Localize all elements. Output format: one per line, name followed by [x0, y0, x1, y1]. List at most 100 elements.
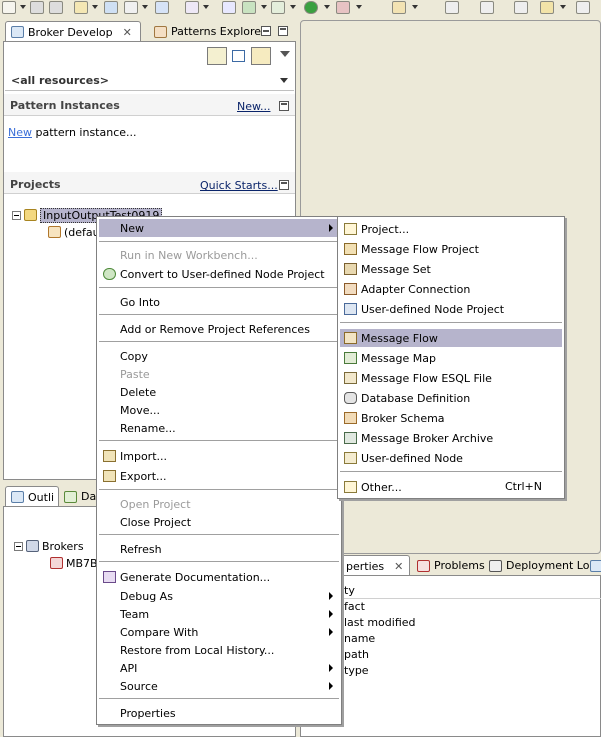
- view-menu-icon[interactable]: [590, 560, 601, 572]
- menu-item-debug-as[interactable]: Debug As: [99, 587, 339, 605]
- property-row[interactable]: fact: [344, 600, 365, 616]
- debug-dropdown-icon[interactable]: [261, 5, 267, 9]
- menu-item-refresh[interactable]: Refresh: [99, 540, 339, 558]
- save-icon[interactable]: [30, 1, 44, 14]
- property-row[interactable]: type: [344, 664, 369, 680]
- submenu-item-database-definition[interactable]: Database Definition: [340, 389, 562, 407]
- debug-run-dropdown-icon[interactable]: [290, 5, 296, 9]
- submenu-item-udn[interactable]: User-defined Node: [340, 449, 562, 467]
- close-icon[interactable]: ✕: [123, 26, 132, 39]
- menu-item-convert[interactable]: Convert to User-defined Node Project: [99, 265, 339, 283]
- link-with-editor-icon[interactable]: [251, 47, 271, 65]
- run-dropdown-icon[interactable]: [324, 5, 330, 9]
- maximize-section-icon[interactable]: [279, 101, 289, 111]
- tab-patterns-explorer[interactable]: Patterns Explore: [149, 21, 266, 42]
- task-dropdown-icon[interactable]: [203, 5, 209, 9]
- external-tools-icon[interactable]: [336, 1, 350, 14]
- property-row[interactable]: path: [344, 648, 369, 664]
- menu-item-import[interactable]: Import...: [99, 447, 339, 465]
- menu-item-generate-documentation[interactable]: Generate Documentation...: [99, 568, 339, 586]
- resource-filter-combo[interactable]: <all resources>: [5, 71, 294, 91]
- submenu-item-message-flow[interactable]: Message Flow: [340, 329, 562, 347]
- wand-icon[interactable]: [392, 1, 406, 14]
- tab-problems[interactable]: Problems: [412, 555, 490, 576]
- open-perspective-icon[interactable]: [155, 1, 169, 14]
- prev-annotation-icon[interactable]: [480, 1, 494, 14]
- new-file-dropdown-icon[interactable]: [142, 5, 148, 9]
- new-dropdown-icon[interactable]: [20, 5, 26, 9]
- build-dropdown-icon[interactable]: [92, 5, 98, 9]
- run-icon[interactable]: [304, 1, 318, 14]
- menu-item-team[interactable]: Team: [99, 605, 339, 623]
- collapse-icon[interactable]: [14, 541, 23, 551]
- task-icon[interactable]: [185, 1, 199, 14]
- tab-data[interactable]: Da: [59, 486, 101, 507]
- save-all-icon[interactable]: [49, 1, 63, 14]
- collapse-icon[interactable]: [12, 210, 21, 220]
- bug-icon[interactable]: [242, 1, 256, 14]
- chevron-down-icon[interactable]: [280, 78, 288, 83]
- menu-item-open-project[interactable]: Open Project: [99, 495, 339, 513]
- submenu-item-message-flow-project[interactable]: Message Flow Project: [340, 240, 562, 258]
- new-file-icon[interactable]: [124, 1, 138, 14]
- project-child-item[interactable]: (defau: [48, 224, 100, 240]
- tab-deployment-log[interactable]: Deployment Log: [484, 555, 601, 576]
- submenu-item-message-map[interactable]: Message Map: [340, 349, 562, 367]
- quick-starts-link[interactable]: Quick Starts...: [200, 179, 278, 192]
- forward-icon[interactable]: [576, 1, 590, 14]
- last-edit-icon[interactable]: [514, 1, 528, 14]
- submenu-item-broker-schema[interactable]: Broker Schema: [340, 409, 562, 427]
- submenu-item-udn-project[interactable]: User-defined Node Project: [340, 300, 562, 318]
- tab-properties[interactable]: perties ✕: [340, 555, 410, 576]
- menu-item-label: Message Broker Archive: [361, 431, 494, 445]
- wand-dropdown-icon[interactable]: [412, 5, 418, 9]
- property-row[interactable]: last modified: [344, 616, 416, 632]
- menu-item-compare-with[interactable]: Compare With: [99, 623, 339, 641]
- collapse-all-icon[interactable]: [232, 50, 245, 62]
- new-pattern-instance-link[interactable]: New: [8, 126, 32, 139]
- menu-item-close-project[interactable]: Close Project: [99, 513, 339, 531]
- submenu-item-other[interactable]: Other... Ctrl+N: [340, 478, 562, 496]
- submenu-item-adapter-connection[interactable]: Adapter Connection: [340, 280, 562, 298]
- brokers-tree-item[interactable]: Brokers: [14, 538, 84, 554]
- menu-item-new[interactable]: New: [99, 219, 339, 237]
- menu-item-properties[interactable]: Properties: [99, 704, 339, 722]
- debug-config-icon[interactable]: [222, 1, 236, 14]
- refresh-icon[interactable]: [207, 47, 227, 65]
- back-dropdown-icon[interactable]: [560, 5, 566, 9]
- menu-item-paste[interactable]: Paste: [99, 365, 339, 383]
- view-menu-icon[interactable]: [280, 51, 290, 57]
- new-pattern-link[interactable]: New...: [237, 100, 270, 113]
- menu-item-api[interactable]: API: [99, 659, 339, 677]
- menu-item-project-references[interactable]: Add or Remove Project References: [99, 320, 339, 338]
- menu-item-restore-local-history[interactable]: Restore from Local History...: [99, 641, 339, 659]
- build-icon[interactable]: [74, 1, 88, 14]
- submenu-item-esql-file[interactable]: Message Flow ESQL File: [340, 369, 562, 387]
- back-icon[interactable]: [540, 1, 554, 14]
- property-row[interactable]: name: [344, 632, 375, 648]
- menu-item-rename[interactable]: Rename...: [99, 419, 339, 437]
- open-type-icon[interactable]: [104, 1, 118, 14]
- menu-item-source[interactable]: Source: [99, 677, 339, 695]
- next-annotation-icon[interactable]: [445, 1, 459, 14]
- menu-item-go-into[interactable]: Go Into: [99, 293, 339, 311]
- menu-item-move[interactable]: Move...: [99, 401, 339, 419]
- debug-icon[interactable]: [271, 1, 285, 14]
- menu-item-delete[interactable]: Delete: [99, 383, 339, 401]
- message-flow-icon: [344, 332, 357, 344]
- menu-item-export[interactable]: Export...: [99, 467, 339, 485]
- maximize-icon[interactable]: [278, 26, 288, 36]
- minimize-icon[interactable]: [261, 26, 271, 36]
- submenu-item-message-set[interactable]: Message Set: [340, 260, 562, 278]
- close-icon[interactable]: ✕: [394, 560, 403, 573]
- broker-child-item[interactable]: MB7B: [50, 555, 98, 571]
- menu-item-copy[interactable]: Copy: [99, 347, 339, 365]
- tab-broker-development[interactable]: Broker Develop ✕: [5, 21, 141, 42]
- submenu-item-broker-archive[interactable]: Message Broker Archive: [340, 429, 562, 447]
- tab-outline[interactable]: Outli: [5, 486, 59, 507]
- external-tools-dropdown-icon[interactable]: [356, 5, 362, 9]
- submenu-item-project[interactable]: Project...: [340, 220, 562, 238]
- new-wizard-icon[interactable]: [2, 1, 16, 14]
- menu-item-run-in-new-workbench[interactable]: Run in New Workbench...: [99, 246, 339, 264]
- maximize-section-icon[interactable]: [279, 180, 289, 190]
